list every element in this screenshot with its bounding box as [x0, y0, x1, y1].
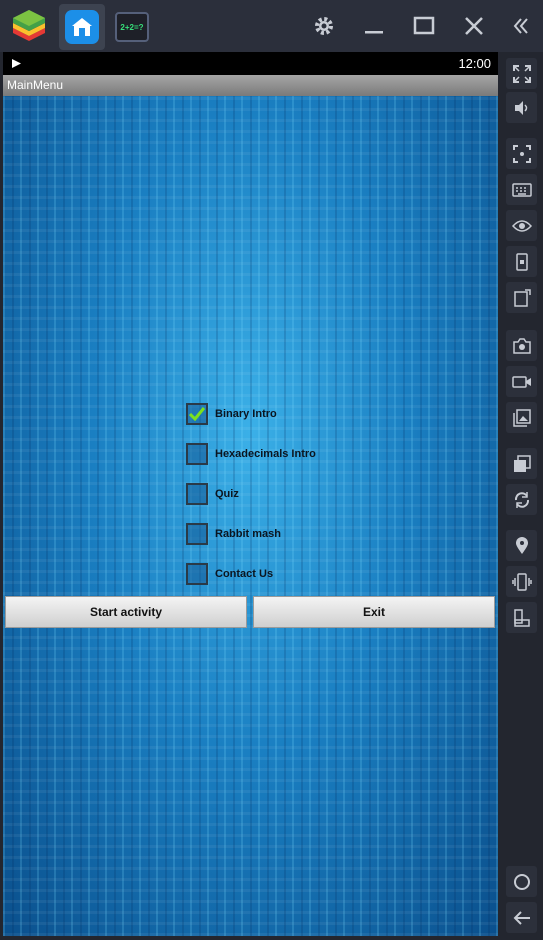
exit-button[interactable]: Exit: [253, 596, 495, 628]
checkbox-unchecked[interactable]: [186, 563, 208, 585]
android-home-circle-icon[interactable]: [506, 866, 537, 897]
home-icon: [65, 10, 99, 44]
bluestacks-logo-icon[interactable]: [9, 6, 49, 46]
option-label: Quiz: [215, 488, 239, 500]
checkbox-unchecked[interactable]: [186, 443, 208, 465]
option-contact-us[interactable]: Contact Us: [186, 561, 386, 587]
game-tab-label: 2+2=?: [120, 22, 144, 32]
checkmark-icon: [189, 407, 205, 421]
collapse-sidebar-icon[interactable]: [505, 10, 537, 42]
minimize-icon[interactable]: [358, 10, 390, 42]
checkbox-unchecked[interactable]: [186, 483, 208, 505]
tab-home[interactable]: [59, 4, 105, 50]
app-icon: 2+2=?: [115, 12, 149, 42]
option-label: Contact Us: [215, 568, 274, 580]
maximize-icon[interactable]: [408, 10, 440, 42]
checkbox-unchecked[interactable]: [186, 523, 208, 545]
status-bar: 12:00: [3, 52, 498, 75]
volume-icon[interactable]: [506, 92, 537, 123]
option-label: Hexadecimals Intro: [215, 448, 316, 460]
emulator-sidebar: [500, 52, 543, 940]
status-time: 12:00: [458, 56, 491, 71]
location-pin-icon[interactable]: [506, 530, 537, 561]
multi-instance-icon[interactable]: [506, 448, 537, 479]
close-icon[interactable]: [458, 10, 490, 42]
checkbox-checked[interactable]: [186, 403, 208, 425]
app-title: MainMenu: [7, 78, 64, 92]
resize-window-icon[interactable]: [506, 602, 537, 633]
android-back-arrow-icon[interactable]: [506, 902, 537, 933]
option-label: Rabbit mash: [215, 528, 282, 540]
option-quiz[interactable]: Quiz: [186, 481, 386, 507]
tab-math-game[interactable]: 2+2=?: [109, 4, 155, 50]
option-rabbit-mash[interactable]: Rabbit mash: [186, 521, 386, 547]
option-label: Binary Intro: [215, 408, 277, 420]
fullscreen-icon[interactable]: [506, 58, 537, 89]
keyboard-icon[interactable]: [506, 174, 537, 205]
rotate-icon[interactable]: [506, 484, 537, 515]
option-binary-intro[interactable]: Binary Intro: [186, 401, 386, 427]
binary-background-image: [3, 96, 498, 936]
start-activity-button[interactable]: Start activity: [5, 596, 247, 628]
video-record-icon[interactable]: [506, 366, 537, 397]
eye-icon[interactable]: [506, 210, 537, 241]
phone-icon[interactable]: [506, 246, 537, 277]
apk-install-icon[interactable]: [506, 282, 537, 313]
android-screen: 12:00 MainMenu Binary Intro Hexadecimals…: [3, 52, 498, 936]
media-gallery-icon[interactable]: [506, 402, 537, 433]
settings-gear-icon[interactable]: [308, 10, 340, 42]
lock-cursor-icon[interactable]: [506, 138, 537, 169]
emulator-toolbar: 2+2=?: [0, 0, 543, 52]
play-store-notification-icon: [11, 57, 22, 72]
shake-icon[interactable]: [506, 566, 537, 597]
app-title-bar: MainMenu: [3, 75, 498, 96]
option-hexadecimals-intro[interactable]: Hexadecimals Intro: [186, 441, 386, 467]
screenshot-camera-icon[interactable]: [506, 330, 537, 361]
